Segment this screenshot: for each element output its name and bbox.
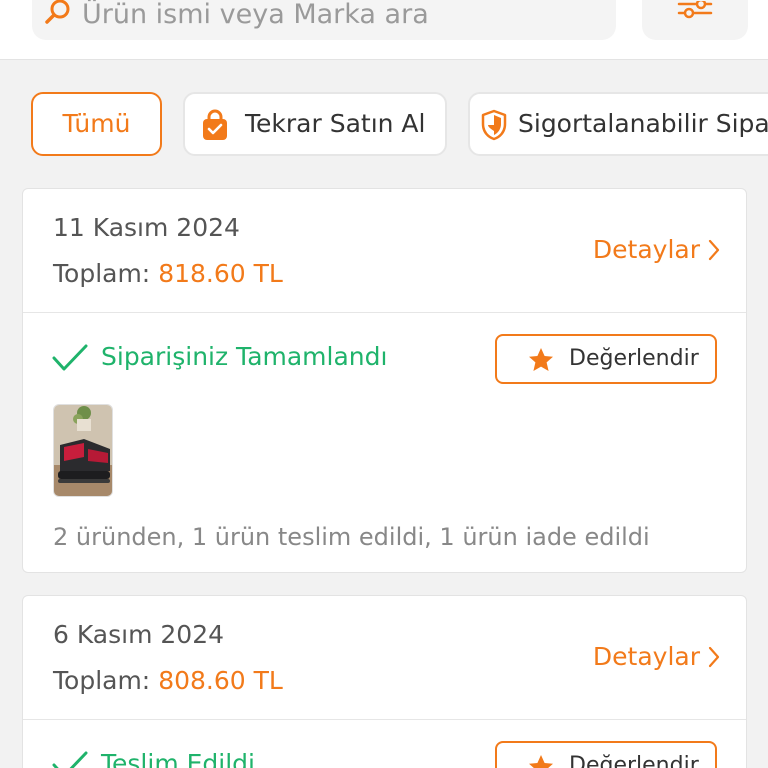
top-bar: Ürün ismi veya Marka ara <box>0 0 768 60</box>
shield-icon <box>481 109 507 141</box>
search-input[interactable]: Ürün ismi veya Marka ara <box>32 0 616 40</box>
order-status-row: Siparişiniz Tamamlandı Değerlendir <box>23 313 746 393</box>
shopping-bag-icon <box>203 109 227 140</box>
order-header[interactable]: 11 Kasım 2024 Toplam: 818.60 TL Detaylar <box>23 189 746 313</box>
order-total-label: Toplam: <box>53 666 151 695</box>
order-status-row: Teslim Edildi Değerlendir <box>23 720 746 768</box>
order-status: Siparişiniz Tamamlandı <box>101 342 388 371</box>
rate-label: Değerlendir <box>569 753 699 768</box>
chip-all-label: Tümü <box>62 109 131 138</box>
chevron-right-icon <box>708 646 720 667</box>
order-total-label: Toplam: <box>53 259 151 288</box>
product-image <box>54 405 112 496</box>
order-total-amount: 818.60 TL <box>158 259 283 288</box>
filter-chips: Tümü Tekrar Satın Al Sigortalanabilir Si… <box>0 92 768 158</box>
order-status: Teslim Edildi <box>101 749 255 768</box>
check-icon <box>52 344 88 371</box>
order-card: 11 Kasım 2024 Toplam: 818.60 TL Detaylar… <box>22 188 747 573</box>
rate-button[interactable]: Değerlendir <box>495 741 717 768</box>
order-total-amount: 808.60 TL <box>158 666 283 695</box>
order-card: 6 Kasım 2024 Toplam: 808.60 TL Detaylar … <box>22 595 747 768</box>
star-icon <box>529 348 553 371</box>
delivery-summary: 2 üründen, 1 ürün teslim edildi, 1 ürün … <box>53 523 650 551</box>
rate-label: Değerlendir <box>569 346 699 371</box>
chip-all[interactable]: Tümü <box>31 92 162 156</box>
details-label: Detaylar <box>592 642 700 671</box>
chevron-right-icon <box>708 239 720 260</box>
order-header[interactable]: 6 Kasım 2024 Toplam: 808.60 TL Detaylar <box>23 596 746 720</box>
details-link[interactable]: Detaylar <box>593 235 720 264</box>
check-icon <box>52 751 88 768</box>
filter-sliders-icon <box>677 1 713 19</box>
search-icon <box>45 0 70 24</box>
star-icon <box>529 755 553 768</box>
chip-insured[interactable]: Sigortalanabilir Sipar <box>468 92 768 156</box>
details-link[interactable]: Detaylar <box>593 642 720 671</box>
chip-rebuy[interactable]: Tekrar Satın Al <box>183 92 447 156</box>
order-total: Toplam: 808.60 TL <box>53 666 283 695</box>
chip-rebuy-label: Tekrar Satın Al <box>245 109 426 138</box>
filter-button[interactable] <box>642 0 748 40</box>
details-label: Detaylar <box>592 235 700 264</box>
search-placeholder: Ürün ismi veya Marka ara <box>82 0 429 30</box>
rate-button[interactable]: Değerlendir <box>495 334 717 384</box>
order-date: 11 Kasım 2024 <box>53 213 240 242</box>
chip-insured-label: Sigortalanabilir Sipar <box>518 109 768 138</box>
product-thumbnail[interactable] <box>53 404 113 497</box>
order-total: Toplam: 818.60 TL <box>53 259 283 288</box>
order-date: 6 Kasım 2024 <box>53 620 225 649</box>
